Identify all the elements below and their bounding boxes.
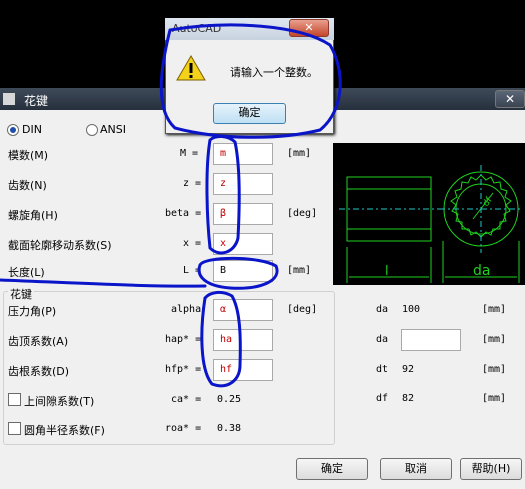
annotation-input-loop	[205, 135, 241, 255]
annotation-length-oval	[197, 256, 279, 290]
annotation-underline	[0, 278, 207, 288]
annotation-group-loop	[200, 290, 242, 388]
annotation-alert-circle	[159, 23, 342, 139]
annotation-overlay	[0, 23, 342, 388]
